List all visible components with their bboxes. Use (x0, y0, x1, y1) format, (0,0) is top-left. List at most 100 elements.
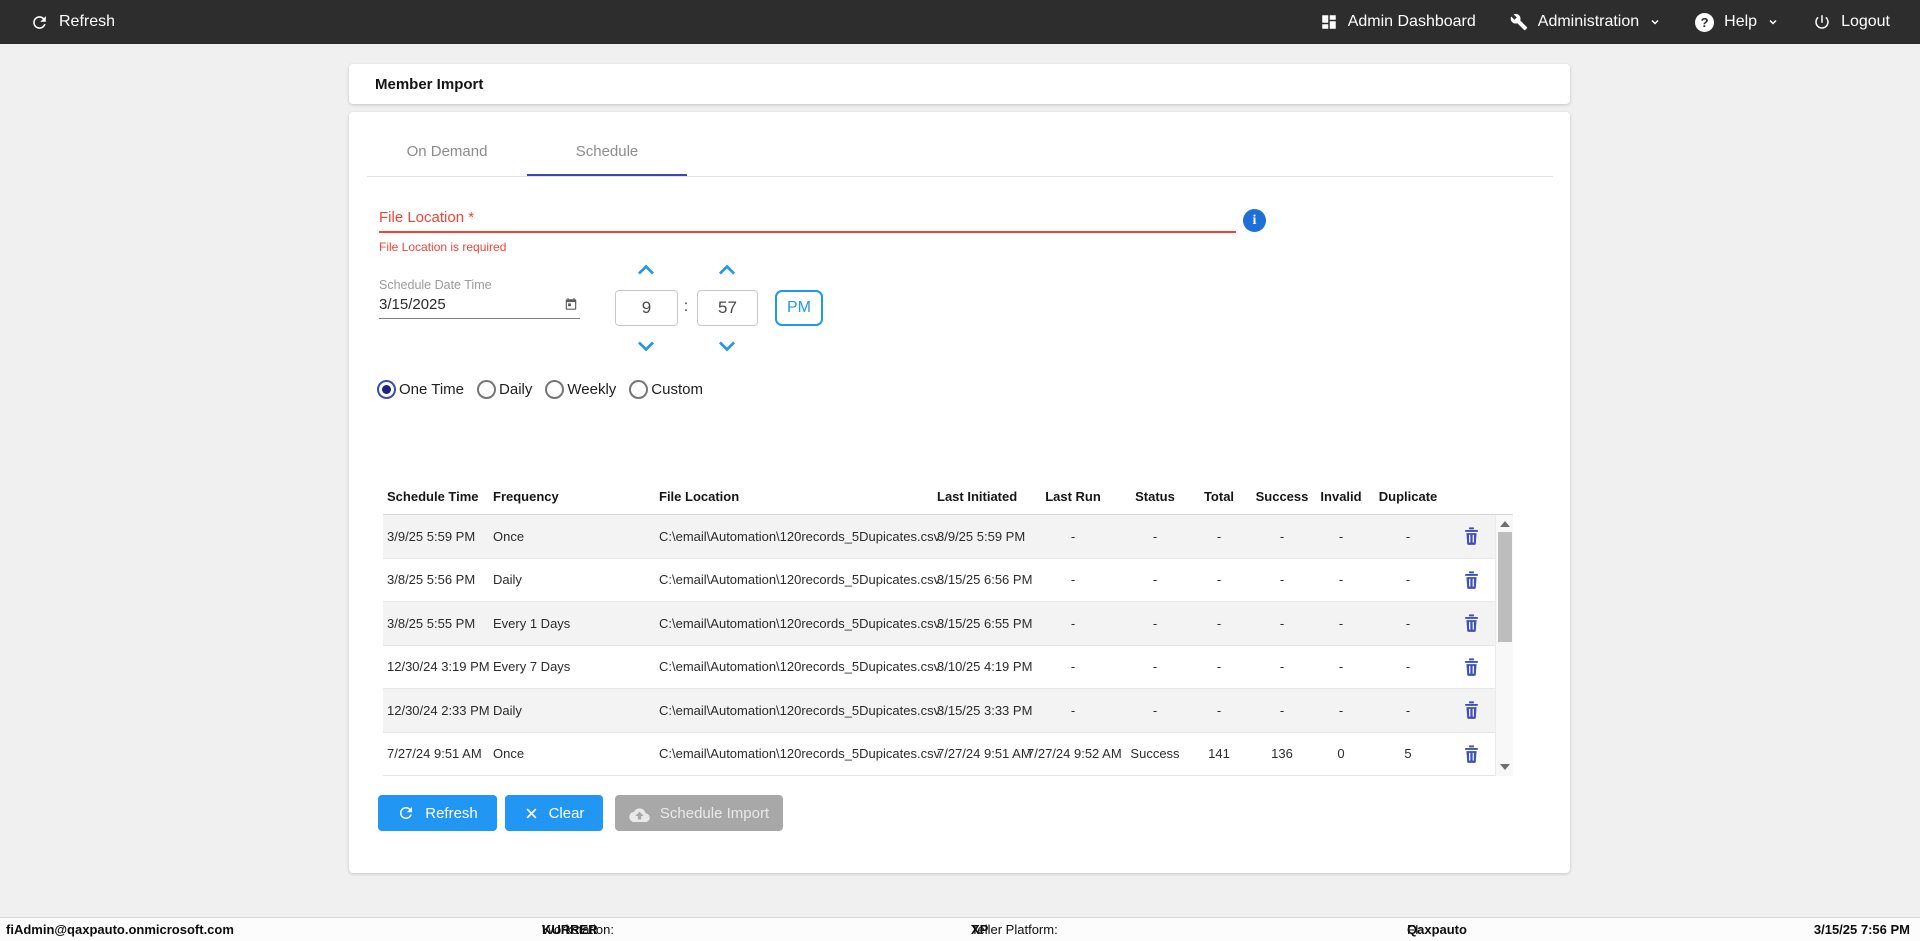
clear-button[interactable]: Clear (505, 795, 603, 831)
table-cell: - (1070, 702, 1076, 718)
delete-schedule-button[interactable] (1447, 571, 1495, 589)
frequency-radio-custom[interactable]: Custom (629, 379, 703, 399)
administration-label: Administration (1537, 13, 1640, 30)
column-header: Duplicate (1378, 489, 1438, 504)
schedule-datetime-label: Schedule Date Time (379, 278, 492, 292)
admin-dashboard-nav[interactable]: Admin Dashboard (1320, 13, 1476, 31)
table-cell: - (1152, 572, 1158, 588)
refresh-nav-button[interactable]: Refresh (30, 13, 115, 32)
table-cell: - (1405, 659, 1411, 675)
chevron-down-icon (1767, 16, 1779, 28)
schedule-table: Schedule Time Frequency File Location Last … (383, 479, 1513, 776)
table-cell: - (1216, 615, 1222, 631)
table-cell: Daily (493, 702, 522, 718)
table-cell: 5 (1404, 746, 1412, 762)
delete-schedule-button[interactable] (1447, 614, 1495, 633)
table-cell: - (1338, 572, 1344, 588)
close-icon (524, 806, 539, 821)
delete-schedule-button[interactable] (1447, 701, 1495, 720)
refresh-icon (397, 804, 415, 822)
fi-info: FI: Qaxpauto (1407, 922, 1467, 937)
meridiem-toggle-button[interactable]: PM (775, 290, 823, 326)
table-cell: - (1405, 572, 1411, 588)
table-scrollbar[interactable] (1495, 515, 1513, 776)
date-input[interactable] (379, 292, 559, 316)
column-header: Total (1203, 489, 1235, 504)
table-cell: - (1279, 615, 1285, 631)
help-label: Help (1724, 13, 1758, 30)
minute-input[interactable] (697, 290, 758, 326)
table-cell: - (1338, 659, 1344, 675)
trash-icon (1463, 614, 1480, 633)
table-cell: 136 (1271, 746, 1293, 762)
hour-increment-button[interactable] (633, 262, 659, 278)
time-colon: : (683, 298, 689, 315)
date-field (379, 292, 580, 319)
radio-dot (550, 385, 559, 394)
table-cell: C:\email\Automation\120records_5Dupicate… (659, 659, 941, 675)
table-cell: 3/15/25 3:33 PM (937, 702, 1033, 718)
column-header: Schedule Time (387, 489, 479, 504)
table-cell: 3/8/25 5:56 PM (387, 572, 476, 588)
trash-icon (1463, 658, 1480, 676)
radio-dot (634, 385, 643, 394)
logout-button[interactable]: Logout (1813, 13, 1890, 31)
minute-decrement-button[interactable] (714, 338, 740, 354)
administration-menu[interactable]: Administration (1510, 13, 1661, 31)
trash-icon (1463, 527, 1480, 546)
scrollbar-up-arrow[interactable] (1500, 521, 1510, 527)
table-cell: Once (493, 746, 525, 762)
table-cell: - (1152, 615, 1158, 631)
column-header: Success (1255, 489, 1309, 504)
top-navigation-bar: Refresh Admin Dashboard Administration ?… (0, 0, 1920, 44)
column-header: Invalid (1320, 489, 1362, 504)
schedule-import-button[interactable]: Schedule Import (615, 795, 783, 831)
radio-label: Weekly (567, 380, 617, 398)
table-cell: C:\email\Automation\120records_5Dupicate… (659, 702, 941, 718)
minute-increment-button[interactable] (714, 262, 740, 278)
calendar-icon[interactable] (564, 297, 578, 312)
table-row: 3/9/25 5:59 PM Once C:\email\Automation\12… (383, 515, 1495, 559)
table-row: 3/8/25 5:55 PM Every 1 Days C:\email\Autom… (383, 602, 1495, 646)
frequency-radio-weekly[interactable]: Weekly (545, 379, 617, 399)
refresh-button-label: Refresh (425, 804, 478, 822)
refresh-icon (30, 13, 49, 32)
delete-schedule-button[interactable] (1447, 658, 1495, 676)
help-menu[interactable]: ? Help (1695, 12, 1779, 32)
radio-circle-icon (377, 379, 396, 399)
refresh-button[interactable]: Refresh (378, 795, 497, 831)
delete-schedule-button[interactable] (1447, 527, 1495, 546)
table-row: 12/30/24 3:19 PM Every 7 Days C:\email\Aut… (383, 645, 1495, 689)
table-cell: 12/30/24 3:19 PM (387, 659, 490, 675)
scrollbar-thumb[interactable] (1497, 532, 1512, 642)
trash-icon (1463, 701, 1480, 720)
table-cell: C:\email\Automation\120records_5Dupicate… (659, 528, 941, 544)
delete-schedule-button[interactable] (1447, 745, 1495, 763)
frequency-radio-one-time[interactable]: One Time (377, 379, 464, 399)
info-icon[interactable]: i (1243, 209, 1266, 232)
power-icon (1813, 13, 1831, 31)
page-title: Member Import (375, 75, 484, 93)
scrollbar-down-arrow[interactable] (1500, 764, 1510, 770)
radio-dot (482, 385, 491, 394)
radio-dot (382, 384, 391, 394)
table-cell: 3/8/25 5:55 PM (387, 615, 476, 631)
radio-circle-icon (545, 379, 565, 399)
wrench-icon (1510, 13, 1528, 31)
table-cell: - (1216, 528, 1222, 544)
hour-decrement-button[interactable] (633, 338, 659, 354)
frequency-radio-group: One Time Daily Weekly Custom (377, 378, 716, 400)
teller-platform-info: Teller Platform: XP (971, 922, 1058, 937)
tab-schedule[interactable]: Schedule (527, 127, 687, 177)
tab-on-demand[interactable]: On Demand (367, 127, 527, 176)
page-title-card: Member Import (349, 64, 1570, 104)
frequency-radio-daily[interactable]: Daily (477, 379, 532, 399)
trash-icon (1463, 571, 1480, 589)
schedule-import-label: Schedule Import (659, 804, 770, 822)
hour-input[interactable] (615, 290, 678, 326)
admin-dashboard-label: Admin Dashboard (1347, 13, 1476, 30)
table-cell: 7/27/24 9:51 AM (937, 746, 1032, 762)
table-cell: - (1216, 702, 1222, 718)
file-location-input[interactable] (379, 206, 1236, 233)
cloud-upload-icon (629, 805, 650, 822)
